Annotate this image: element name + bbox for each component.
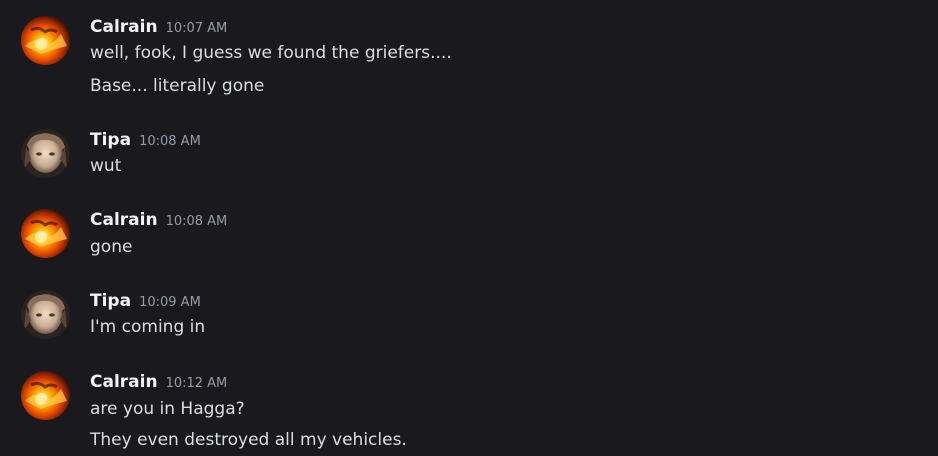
timestamp: 10:07 AM [165, 21, 228, 36]
message-header: Calrain 10:07 AM [90, 16, 227, 40]
message-header: Tipa 10:08 AM [90, 129, 201, 153]
timestamp: 10:09 AM [139, 295, 201, 310]
chat-message-list: Calrain 10:07 AM well, fook, I guess we f… [0, 0, 938, 456]
portrait-avatar[interactable] [21, 129, 70, 178]
timestamp: 10:08 AM [165, 214, 228, 229]
message-text: I'm coming in [90, 317, 206, 337]
fire-avatar[interactable] [21, 371, 70, 420]
username[interactable]: Calrain [90, 17, 158, 37]
username[interactable]: Calrain [90, 210, 158, 230]
message-header: Calrain 10:12 AM [90, 371, 227, 395]
username[interactable]: Calrain [90, 372, 158, 392]
message-text: well, fook, I guess we found the griefer… [90, 43, 452, 63]
message-header: Tipa 10:09 AM [90, 290, 201, 314]
fire-avatar[interactable] [21, 209, 70, 258]
message-text: wut [90, 156, 122, 176]
message-text: are you in Hagga? [90, 399, 245, 419]
message-header: Calrain 10:08 AM [90, 209, 227, 233]
timestamp: 10:08 AM [139, 134, 201, 149]
message-text: They even destroyed all my vehicles. [90, 430, 407, 450]
message-text: gone [90, 237, 133, 257]
username[interactable]: Tipa [90, 130, 131, 150]
fire-avatar[interactable] [21, 16, 70, 65]
timestamp: 10:12 AM [165, 376, 228, 391]
message-text: Base... literally gone [90, 76, 265, 96]
portrait-avatar[interactable] [21, 290, 70, 339]
username[interactable]: Tipa [90, 291, 131, 311]
